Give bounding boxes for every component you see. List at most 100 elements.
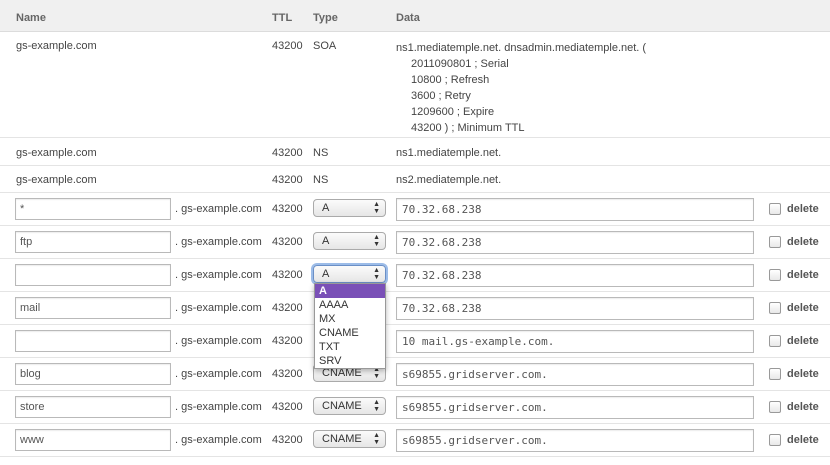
record-data-input[interactable] <box>396 330 754 353</box>
domain-suffix: . gs-example.com <box>175 368 262 380</box>
record-type-value: CNAME <box>322 400 362 412</box>
record-ttl: 43200 <box>272 236 303 248</box>
delete-checkbox[interactable] <box>769 269 781 281</box>
record-type-value: A <box>322 235 330 247</box>
record-name-input[interactable] <box>15 363 171 385</box>
dropdown-option-cname[interactable]: CNAME <box>315 326 385 340</box>
soa-retry: 3600 ; Retry <box>411 90 471 102</box>
delete-label: delete <box>787 203 819 215</box>
soa-refresh: 10800 ; Refresh <box>411 74 490 86</box>
record-type-value: A <box>322 268 330 280</box>
domain-suffix: . gs-example.com <box>175 401 262 413</box>
select-arrows-icon: ▲ ▼ <box>373 432 380 446</box>
select-arrows-icon: ▲ ▼ <box>373 267 380 281</box>
dns-record-editable: . gs-example.com 43200 delete <box>0 292 830 325</box>
record-ttl: 43200 <box>272 302 303 314</box>
table-header: Name TTL Type Data <box>0 0 830 32</box>
record-name: gs-example.com <box>16 147 97 159</box>
record-type-select[interactable]: A ▲ ▼ <box>313 199 386 217</box>
select-arrows-icon: ▲ ▼ <box>373 201 380 215</box>
record-name-input[interactable] <box>15 429 171 451</box>
soa-expire: 1209600 ; Expire <box>411 106 495 118</box>
record-type: SOA <box>313 40 337 52</box>
record-name-input[interactable] <box>15 231 171 253</box>
record-data: ns1.mediatemple.net. <box>396 147 502 159</box>
record-type-value: CNAME <box>322 433 362 445</box>
soa-minimum-ttl: 43200 ) ; Minimum TTL <box>411 122 525 134</box>
record-data-input[interactable] <box>396 198 754 221</box>
dropdown-option-srv[interactable]: SRV <box>315 354 385 368</box>
delete-checkbox[interactable] <box>769 401 781 413</box>
dns-record-editable: . gs-example.com 43200 A ▲▼ delete <box>0 193 830 226</box>
record-name-input[interactable] <box>15 396 171 418</box>
record-ttl: 43200 <box>272 434 303 446</box>
record-type-dropdown: A AAAA MX CNAME TXT SRV <box>314 283 386 369</box>
domain-suffix: . gs-example.com <box>175 335 262 347</box>
record-ttl: 43200 <box>272 40 303 52</box>
record-ttl: 43200 <box>272 335 303 347</box>
dns-record-editable: . gs-example.com 43200 delete <box>0 325 830 358</box>
record-ttl: 43200 <box>272 147 303 159</box>
record-data-input[interactable] <box>396 429 754 452</box>
delete-checkbox[interactable] <box>769 434 781 446</box>
delete-label: delete <box>787 401 819 413</box>
dns-record-editable: . gs-example.com 43200 CNAME ▲▼ delete <box>0 424 830 457</box>
record-name-input[interactable] <box>15 198 171 220</box>
delete-checkbox[interactable] <box>769 236 781 248</box>
record-name: gs-example.com <box>16 174 97 186</box>
domain-suffix: . gs-example.com <box>175 434 262 446</box>
column-header-type: Type <box>313 12 338 24</box>
record-type-select[interactable]: CNAME ▲ ▼ <box>313 397 386 415</box>
delete-checkbox[interactable] <box>769 368 781 380</box>
dropdown-option-aaaa[interactable]: AAAA <box>315 298 385 312</box>
record-ttl: 43200 <box>272 368 303 380</box>
delete-label: delete <box>787 302 819 314</box>
domain-suffix: . gs-example.com <box>175 269 262 281</box>
delete-label: delete <box>787 335 819 347</box>
dropdown-option-txt[interactable]: TXT <box>315 340 385 354</box>
delete-label: delete <box>787 236 819 248</box>
dns-record-ns: gs-example.com 43200 NS ns2.mediatemple.… <box>0 166 830 193</box>
select-arrows-icon: ▲ ▼ <box>373 399 380 413</box>
delete-label: delete <box>787 368 819 380</box>
dropdown-option-mx[interactable]: MX <box>315 312 385 326</box>
record-ttl: 43200 <box>272 269 303 281</box>
dns-record-soa: gs-example.com 43200 SOA ns1.mediatemple… <box>0 32 830 138</box>
record-data-input[interactable] <box>396 363 754 386</box>
record-data-input[interactable] <box>396 396 754 419</box>
dns-record-editable: . gs-example.com 43200 CNAME▲▼ delete <box>0 391 830 424</box>
delete-label: delete <box>787 269 819 281</box>
record-data: ns2.mediatemple.net. <box>396 174 502 186</box>
record-name-input[interactable] <box>15 330 171 352</box>
record-name-input[interactable] <box>15 264 171 286</box>
column-header-ttl: TTL <box>272 12 293 24</box>
delete-checkbox[interactable] <box>769 335 781 347</box>
domain-suffix: . gs-example.com <box>175 203 262 215</box>
dns-record-editable: . gs-example.com 43200 CNAME▲▼ delete <box>0 358 830 391</box>
record-type-select[interactable]: CNAME ▲ ▼ <box>313 430 386 448</box>
record-type: NS <box>313 147 329 159</box>
soa-data: ns1.mediatemple.net. dnsadmin.mediatempl… <box>396 40 646 136</box>
record-data-input[interactable] <box>396 264 754 287</box>
record-name: gs-example.com <box>16 40 97 52</box>
select-arrows-icon: ▲ ▼ <box>373 234 380 248</box>
record-data-input[interactable] <box>396 297 754 320</box>
dns-record-ns: gs-example.com 43200 NS ns1.mediatemple.… <box>0 138 830 166</box>
record-name-input[interactable] <box>15 297 171 319</box>
dropdown-option-a[interactable]: A <box>315 284 385 298</box>
record-ttl: 43200 <box>272 174 303 186</box>
record-data-input[interactable] <box>396 231 754 254</box>
soa-data-header: ns1.mediatemple.net. dnsadmin.mediatempl… <box>396 42 647 54</box>
record-ttl: 43200 <box>272 203 303 215</box>
dns-record-editable: . gs-example.com 43200 A ▲▼ delete <box>0 259 830 292</box>
record-type-select[interactable]: A ▲ ▼ <box>313 265 386 283</box>
delete-label: delete <box>787 434 819 446</box>
domain-suffix: . gs-example.com <box>175 236 262 248</box>
soa-serial: 2011090801 ; Serial <box>411 58 509 70</box>
column-header-data: Data <box>396 12 420 24</box>
delete-checkbox[interactable] <box>769 203 781 215</box>
record-type-value: A <box>322 202 330 214</box>
delete-checkbox[interactable] <box>769 302 781 314</box>
record-type-select[interactable]: A ▲ ▼ <box>313 232 386 250</box>
dns-record-editable: . gs-example.com 43200 A ▲▼ delete <box>0 226 830 259</box>
